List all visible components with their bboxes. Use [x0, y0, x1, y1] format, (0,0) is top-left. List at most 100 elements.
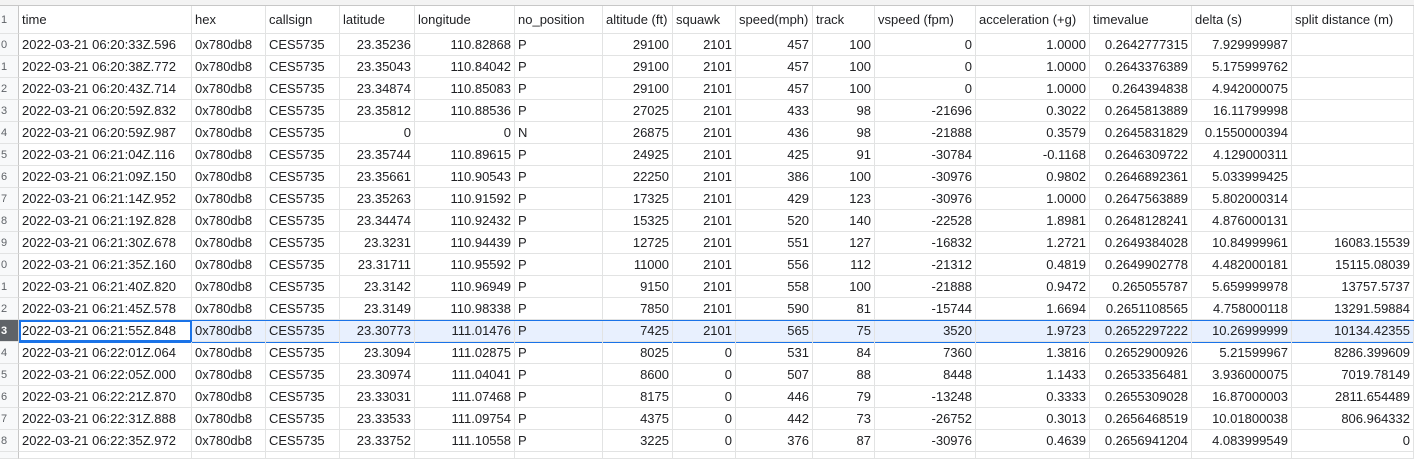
table-cell[interactable] — [736, 452, 813, 459]
table-cell[interactable]: 10.26999999 — [1192, 320, 1292, 342]
table-cell[interactable]: 0.2648128241 — [1090, 210, 1192, 232]
table-cell[interactable]: 10.84999961 — [1192, 232, 1292, 254]
row-header[interactable]: 1 — [0, 56, 19, 78]
table-cell[interactable]: 0x780db8 — [192, 232, 266, 254]
table-cell[interactable]: 2022-03-21 06:21:09Z.150 — [19, 166, 192, 188]
row-header[interactable]: 5 — [0, 364, 19, 386]
table-cell[interactable]: 565 — [736, 320, 813, 342]
table-cell[interactable]: CES5735 — [266, 232, 340, 254]
table-cell[interactable]: 0x780db8 — [192, 144, 266, 166]
table-cell[interactable]: 10134.42355 — [1292, 320, 1414, 342]
table-cell[interactable]: 110.90543 — [415, 166, 515, 188]
table-cell[interactable] — [1292, 188, 1414, 210]
table-cell[interactable]: 0.2652297222 — [1090, 320, 1192, 342]
table-cell[interactable] — [266, 452, 340, 459]
table-cell[interactable]: 75 — [813, 320, 875, 342]
table-cell[interactable]: 3520 — [875, 320, 976, 342]
table-cell[interactable]: 5.659999978 — [1192, 276, 1292, 298]
table-cell[interactable]: 23.35236 — [340, 34, 415, 56]
table-cell[interactable]: 2101 — [673, 34, 736, 56]
table-cell[interactable]: 23.33752 — [340, 430, 415, 452]
table-cell[interactable]: 7360 — [875, 342, 976, 364]
column-header-cell[interactable]: time — [19, 6, 192, 34]
table-cell[interactable]: 0 — [340, 122, 415, 144]
row-header[interactable]: 8 — [0, 210, 19, 232]
table-cell[interactable]: P — [515, 78, 603, 100]
table-cell[interactable] — [1292, 144, 1414, 166]
table-cell[interactable]: 3.936000075 — [1192, 364, 1292, 386]
table-cell[interactable]: 0.1550000394 — [1192, 122, 1292, 144]
table-cell[interactable]: 12725 — [603, 232, 673, 254]
table-cell[interactable]: 1.8981 — [976, 210, 1090, 232]
table-cell[interactable]: 16.11799998 — [1192, 100, 1292, 122]
table-cell[interactable]: 457 — [736, 34, 813, 56]
table-cell[interactable]: 112 — [813, 254, 875, 276]
table-cell[interactable] — [1292, 100, 1414, 122]
table-cell[interactable]: 88 — [813, 364, 875, 386]
table-cell[interactable]: 29100 — [603, 56, 673, 78]
table-cell[interactable]: 123 — [813, 188, 875, 210]
table-cell[interactable]: 2022-03-21 06:21:04Z.116 — [19, 144, 192, 166]
table-cell[interactable]: 0 — [415, 122, 515, 144]
table-cell[interactable]: 111.07468 — [415, 386, 515, 408]
table-cell[interactable]: -30784 — [875, 144, 976, 166]
table-cell[interactable]: 0.3013 — [976, 408, 1090, 430]
table-cell[interactable] — [1292, 452, 1414, 459]
table-cell[interactable]: 110.94439 — [415, 232, 515, 254]
table-cell[interactable]: 0.3022 — [976, 100, 1090, 122]
table-cell[interactable]: 23.31711 — [340, 254, 415, 276]
table-cell[interactable]: 15115.08039 — [1292, 254, 1414, 276]
table-cell[interactable]: 7850 — [603, 298, 673, 320]
row-header[interactable]: 3 — [0, 100, 19, 122]
table-cell[interactable]: 23.35744 — [340, 144, 415, 166]
table-cell[interactable]: 0.2655309028 — [1090, 386, 1192, 408]
table-cell[interactable]: 0x780db8 — [192, 320, 266, 342]
table-cell[interactable]: 2101 — [673, 298, 736, 320]
table-cell[interactable]: 0 — [673, 342, 736, 364]
table-cell[interactable]: 8286.399609 — [1292, 342, 1414, 364]
table-cell[interactable]: 0x780db8 — [192, 386, 266, 408]
table-cell[interactable]: 0x780db8 — [192, 364, 266, 386]
table-cell[interactable]: 2101 — [673, 254, 736, 276]
table-cell[interactable]: 23.35263 — [340, 188, 415, 210]
table-cell[interactable]: 7.929999987 — [1192, 34, 1292, 56]
table-cell[interactable]: 0.2647563889 — [1090, 188, 1192, 210]
table-cell[interactable]: 140 — [813, 210, 875, 232]
table-cell[interactable]: P — [515, 276, 603, 298]
row-header[interactable]: 4 — [0, 342, 19, 364]
table-cell[interactable]: CES5735 — [266, 166, 340, 188]
table-cell[interactable]: 520 — [736, 210, 813, 232]
table-cell[interactable]: 11000 — [603, 254, 673, 276]
table-cell[interactable]: 8025 — [603, 342, 673, 364]
row-header[interactable]: 3 — [0, 320, 19, 342]
table-cell[interactable]: 446 — [736, 386, 813, 408]
table-cell[interactable]: 100 — [813, 276, 875, 298]
table-cell[interactable]: 0.2652900926 — [1090, 342, 1192, 364]
column-header-cell[interactable]: hex — [192, 6, 266, 34]
table-cell[interactable]: 0.4639 — [976, 430, 1090, 452]
table-cell[interactable]: -0.1168 — [976, 144, 1090, 166]
table-cell[interactable]: 2022-03-21 06:21:55Z.848 — [19, 320, 192, 342]
table-cell[interactable]: 2101 — [673, 144, 736, 166]
table-cell[interactable]: 110.92432 — [415, 210, 515, 232]
table-cell[interactable]: 23.33031 — [340, 386, 415, 408]
table-cell[interactable]: P — [515, 144, 603, 166]
table-cell[interactable]: 425 — [736, 144, 813, 166]
column-header-cell[interactable]: callsign — [266, 6, 340, 34]
table-cell[interactable]: 1.2721 — [976, 232, 1090, 254]
table-cell[interactable]: 806.964332 — [1292, 408, 1414, 430]
table-cell[interactable]: 2022-03-21 06:22:35Z.972 — [19, 430, 192, 452]
table-cell[interactable] — [1292, 166, 1414, 188]
table-cell[interactable]: 2101 — [673, 100, 736, 122]
table-cell[interactable]: P — [515, 232, 603, 254]
table-cell[interactable]: 0 — [673, 430, 736, 452]
table-cell[interactable]: 100 — [813, 34, 875, 56]
table-cell[interactable]: 0 — [673, 386, 736, 408]
table-cell[interactable]: 4.942000075 — [1192, 78, 1292, 100]
table-cell[interactable]: CES5735 — [266, 364, 340, 386]
table-cell[interactable]: 111.10558 — [415, 430, 515, 452]
table-cell[interactable]: 23.33533 — [340, 408, 415, 430]
table-cell[interactable]: 2101 — [673, 188, 736, 210]
table-cell[interactable]: 0.2646892361 — [1090, 166, 1192, 188]
table-cell[interactable]: CES5735 — [266, 320, 340, 342]
